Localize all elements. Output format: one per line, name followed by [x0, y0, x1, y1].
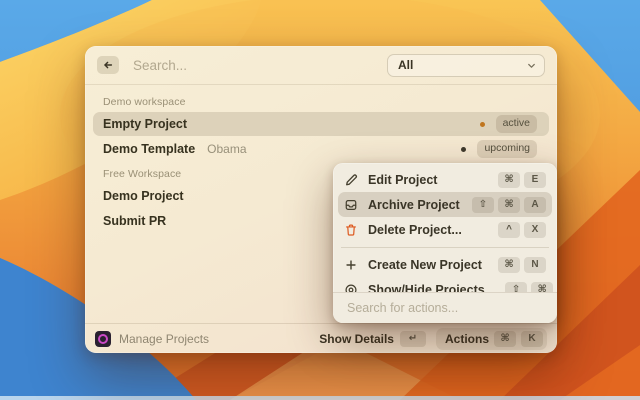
- list-item-empty-project[interactable]: Empty Project active: [93, 112, 549, 136]
- item-title: Demo Project: [103, 189, 184, 203]
- archive-box-icon: [344, 198, 358, 212]
- menu-item-show-hide-projects[interactable]: Show/Hide Projects... ⇧ ⌘ H: [338, 277, 554, 293]
- menu-item-label: Archive Project: [368, 197, 460, 212]
- show-details-label: Show Details: [319, 331, 394, 346]
- search-input[interactable]: [131, 56, 375, 74]
- desktop: All Demo workspace Empty Project active …: [0, 0, 640, 400]
- filter-dropdown[interactable]: All: [387, 53, 545, 77]
- cmd-keycap: ⌘: [494, 330, 516, 347]
- command-name: Manage Projects: [119, 331, 210, 346]
- cmd-keycap: ⌘: [498, 171, 520, 188]
- back-button[interactable]: [97, 56, 119, 74]
- cmd-keycap: ⌘: [531, 281, 554, 292]
- action-search-input[interactable]: [345, 300, 545, 316]
- menu-item-label: Show/Hide Projects...: [368, 282, 496, 293]
- pencil-icon: [344, 173, 358, 187]
- item-accessories: active: [479, 115, 539, 133]
- status-bar: Manage Projects Show Details ↵ Actions ⌘…: [85, 323, 557, 353]
- menu-item-label: Edit Project: [368, 172, 438, 187]
- shift-keycap: ⇧: [472, 196, 494, 213]
- action-search-bar: [333, 292, 557, 323]
- cmd-keycap: ⌘: [498, 196, 520, 213]
- chevron-down-icon: [526, 60, 537, 71]
- shortcut-keys: ⌘ N: [498, 256, 546, 273]
- list-item-demo-template[interactable]: Demo Template Obama upcoming: [93, 137, 549, 161]
- status-dot-orange: [479, 121, 485, 127]
- menu-divider: [341, 247, 549, 248]
- actions-button[interactable]: Actions ⌘ K: [435, 327, 547, 350]
- action-menu: Edit Project ⌘ E Archive Project ⇧ ⌘ A D…: [333, 163, 557, 323]
- letter-keycap: X: [524, 221, 546, 238]
- section-header: Demo workspace: [103, 96, 186, 108]
- menu-item-edit-project[interactable]: Edit Project ⌘ E: [338, 167, 552, 192]
- k-keycap: K: [521, 330, 543, 347]
- shortcut-keys: ⌘ E: [498, 171, 546, 188]
- extension-logo-icon: [95, 330, 111, 347]
- letter-keycap: N: [524, 256, 546, 273]
- item-subtitle: Obama: [207, 142, 247, 156]
- letter-keycap: A: [524, 196, 546, 213]
- item-title: Demo Template: [103, 142, 196, 156]
- arrow-left-icon: [102, 59, 114, 71]
- cmd-keycap: ⌘: [498, 256, 520, 273]
- filter-value: All: [398, 58, 414, 72]
- item-accessories: upcoming: [461, 140, 539, 158]
- return-keycap: ↵: [399, 330, 426, 347]
- search-header: All: [85, 46, 557, 85]
- control-keycap: ^: [498, 221, 520, 238]
- menu-item-label: Delete Project...: [368, 222, 462, 237]
- action-menu-list: Edit Project ⌘ E Archive Project ⇧ ⌘ A D…: [333, 163, 557, 292]
- item-title: Submit PR: [103, 214, 167, 228]
- trash-icon: [344, 223, 358, 237]
- show-details-button[interactable]: Show Details ↵: [316, 329, 429, 349]
- menu-item-delete-project[interactable]: Delete Project... ^ X: [338, 217, 552, 242]
- status-dot-dark: [461, 146, 467, 152]
- actions-label: Actions: [444, 331, 489, 346]
- shortcut-keys: ^ X: [498, 221, 546, 238]
- shift-keycap: ⇧: [505, 281, 528, 292]
- menu-item-archive-project[interactable]: Archive Project ⇧ ⌘ A: [338, 192, 552, 217]
- footer-actions: Show Details ↵ Actions ⌘ K: [316, 327, 547, 350]
- eye-icon: [344, 283, 358, 292]
- menu-item-create-new-project[interactable]: Create New Project ⌘ N: [338, 252, 552, 277]
- letter-keycap: E: [524, 171, 546, 188]
- status-badge: active: [495, 115, 537, 133]
- menu-item-label: Create New Project: [368, 257, 482, 272]
- plus-icon: [344, 258, 358, 272]
- status-badge: upcoming: [477, 140, 537, 158]
- item-title: Empty Project: [103, 117, 188, 131]
- shortcut-keys: ⇧ ⌘ H: [505, 281, 557, 292]
- shortcut-keys: ⇧ ⌘ A: [472, 196, 546, 213]
